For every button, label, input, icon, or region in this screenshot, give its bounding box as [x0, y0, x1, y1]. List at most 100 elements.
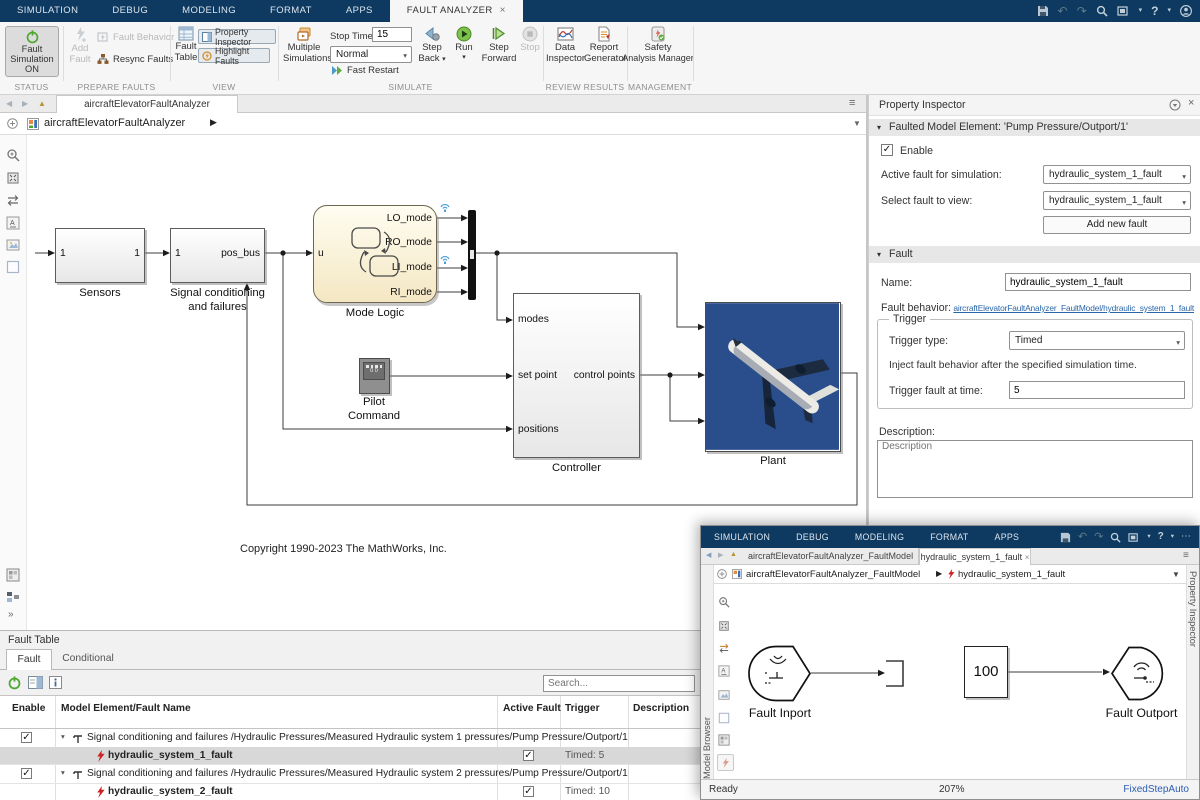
simulation-mode-dropdown[interactable]: Normal ▾	[330, 46, 412, 63]
close-panel-icon[interactable]: ×	[1188, 97, 1194, 109]
tab-debug[interactable]: DEBUG	[95, 0, 165, 22]
trigger-time-input[interactable]	[1009, 381, 1185, 399]
document-tab-fault-active[interactable]: hydraulic_system_1_fault ×	[919, 548, 1031, 565]
active-fault-checkbox[interactable]: ✓	[523, 750, 534, 761]
property-inspector-strip[interactable]: Property Inspector	[1186, 565, 1199, 779]
tab-conditional[interactable]: Conditional	[54, 649, 122, 670]
help-dropdown-icon[interactable]: ▾	[1167, 0, 1171, 22]
breadcrumb-dropdown-icon[interactable]: ▼	[853, 119, 861, 128]
info-icon[interactable]	[49, 676, 62, 689]
mode-logic-chart[interactable]: u LO_mode RO_mode LI_mode RI_mode	[313, 205, 437, 303]
add-new-fault-button[interactable]: Add new fault	[1043, 216, 1191, 234]
nav-back-icon[interactable]: ◀	[706, 551, 711, 559]
document-tab-fault-model[interactable]: aircraftElevatorFaultAnalyzer_FaultModel…	[743, 548, 919, 565]
pin-panel-icon[interactable]	[1169, 99, 1181, 111]
sensors-block[interactable]: 1 1	[55, 228, 145, 283]
tab-simulation[interactable]: SIMULATION	[0, 0, 95, 22]
view-fault-dropdown[interactable]: hydraulic_system_1_fault▾	[1043, 191, 1191, 210]
active-fault-checkbox[interactable]: ✓	[523, 786, 534, 797]
tab-list-icon[interactable]: ≡	[1183, 550, 1189, 561]
breadcrumb-model[interactable]: aircraftElevatorFaultAnalyzer_FaultModel	[746, 569, 920, 580]
nav-up-icon[interactable]: ▲	[730, 551, 737, 558]
tab-format[interactable]: FORMAT	[917, 526, 981, 548]
dock-toggle-icon[interactable]	[717, 569, 727, 579]
tab-simulation[interactable]: SIMULATION	[701, 526, 783, 548]
search-icon[interactable]	[1110, 532, 1121, 543]
section-fault[interactable]: ▾Fault	[869, 246, 1200, 263]
nav-up-icon[interactable]: ▲	[38, 99, 46, 108]
fault-name-input[interactable]	[1005, 273, 1191, 291]
capture-dropdown-icon[interactable]: ▾	[1139, 0, 1143, 22]
column-header-name[interactable]: Model Element/Fault Name	[61, 703, 191, 714]
capture-dropdown-icon[interactable]: ▾	[1147, 526, 1150, 548]
fast-restart-button[interactable]: Fast Restart	[331, 65, 399, 76]
tab-modeling[interactable]: MODELING	[842, 526, 917, 548]
plant-block[interactable]	[705, 302, 841, 452]
column-header-active-fault[interactable]: Active Fault	[503, 703, 561, 714]
safety-analysis-manager-button[interactable]: Safety Analysis Manager	[616, 26, 700, 63]
fault-inport-block[interactable]	[748, 645, 812, 702]
row-expand-icon[interactable]: ▾	[61, 732, 65, 741]
save-icon[interactable]	[1037, 5, 1049, 17]
trigger-type-dropdown[interactable]: Timed▾	[1009, 331, 1185, 350]
run-button[interactable]: Run ▾	[450, 26, 478, 61]
stop-time-input[interactable]	[372, 27, 412, 42]
tab-format[interactable]: FORMAT	[253, 0, 329, 22]
tab-debug[interactable]: DEBUG	[783, 526, 842, 548]
pilot-command-block[interactable]: 0 0	[359, 358, 390, 394]
open-inspector-icon[interactable]	[28, 676, 43, 689]
row-expand-icon[interactable]: ▾	[61, 768, 65, 777]
fault-outport-block[interactable]	[1110, 645, 1170, 702]
search-icon[interactable]	[1096, 5, 1108, 17]
breadcrumb[interactable]: aircraftElevatorFaultAnalyzer	[44, 117, 185, 129]
capture-icon[interactable]	[1117, 5, 1130, 17]
save-icon[interactable]	[1060, 532, 1071, 543]
resync-faults-button[interactable]: Resync Faults	[97, 53, 173, 65]
enable-checkbox[interactable]: ✓	[21, 768, 32, 779]
more-icon[interactable]: ⋯	[1181, 526, 1191, 548]
signal-conditioning-block[interactable]: 1 pos_bus	[170, 228, 265, 283]
model-browser-strip[interactable]: Model Browser	[701, 565, 714, 779]
enable-checkbox[interactable]: ✓	[881, 144, 893, 156]
tab-fault-analyzer[interactable]: FAULT ANALYZER×	[390, 0, 523, 22]
multiple-simulations-button[interactable]: Multiple Simulations	[283, 26, 325, 64]
fault-table-button[interactable]: Fault Table	[173, 26, 199, 63]
dock-toggle-icon[interactable]	[7, 118, 18, 129]
help-dropdown-icon[interactable]: ▾	[1171, 526, 1174, 548]
highlight-faults-toggle[interactable]: Highlight Faults	[198, 48, 270, 63]
fault-simulation-toggle-icon[interactable]	[7, 675, 22, 690]
column-header-enable[interactable]: Enable	[12, 703, 45, 714]
close-icon[interactable]: ×	[1025, 553, 1030, 562]
active-fault-dropdown[interactable]: hydraulic_system_1_fault▾	[1043, 165, 1191, 184]
fault-behavior-link[interactable]: aircraftElevatorFaultAnalyzer_FaultModel…	[953, 303, 1194, 313]
section-faulted-model-element[interactable]: ▾Faulted Model Element: 'Pump Pressure/O…	[869, 119, 1200, 136]
run-dropdown-icon[interactable]: ▾	[450, 53, 478, 61]
step-forward-button[interactable]: Step Forward	[481, 26, 517, 64]
breadcrumb-fault[interactable]: hydraulic_system_1_fault	[958, 569, 1065, 580]
tab-list-icon[interactable]: ≡	[849, 97, 855, 109]
tab-modeling[interactable]: MODELING	[165, 0, 253, 22]
fault-model-canvas[interactable]: A	[714, 584, 1186, 779]
help-icon[interactable]: ?	[1158, 526, 1164, 548]
constant-block[interactable]: 100	[964, 646, 1008, 698]
tab-apps[interactable]: APPS	[982, 526, 1033, 548]
tab-fault[interactable]: Fault	[6, 649, 52, 670]
document-tab-main-model[interactable]: aircraftElevatorFaultAnalyzer	[56, 95, 238, 113]
account-icon[interactable]	[1180, 5, 1192, 17]
status-solver-link[interactable]: FixedStepAuto	[1123, 784, 1189, 795]
description-textarea[interactable]	[877, 440, 1193, 498]
help-icon[interactable]: ?	[1151, 0, 1158, 22]
tab-apps[interactable]: APPS	[329, 0, 390, 22]
fault-simulation-on-button[interactable]: Fault Simulation ON	[5, 26, 59, 77]
controller-block[interactable]: modes set point positions control points	[513, 293, 640, 458]
data-inspector-button[interactable]: Data Inspector	[546, 26, 584, 64]
close-icon[interactable]: ×	[500, 5, 506, 16]
fault-table-search-input[interactable]	[543, 675, 695, 692]
column-header-description[interactable]: Description	[633, 703, 689, 714]
breadcrumb-dropdown-icon[interactable]: ▼	[1172, 570, 1180, 579]
column-header-trigger[interactable]: Trigger	[565, 703, 600, 714]
enable-checkbox[interactable]: ✓	[21, 732, 32, 743]
mux-block[interactable]	[468, 210, 476, 300]
capture-icon[interactable]	[1128, 532, 1140, 543]
property-inspector-toggle[interactable]: Property Inspector	[198, 29, 276, 44]
